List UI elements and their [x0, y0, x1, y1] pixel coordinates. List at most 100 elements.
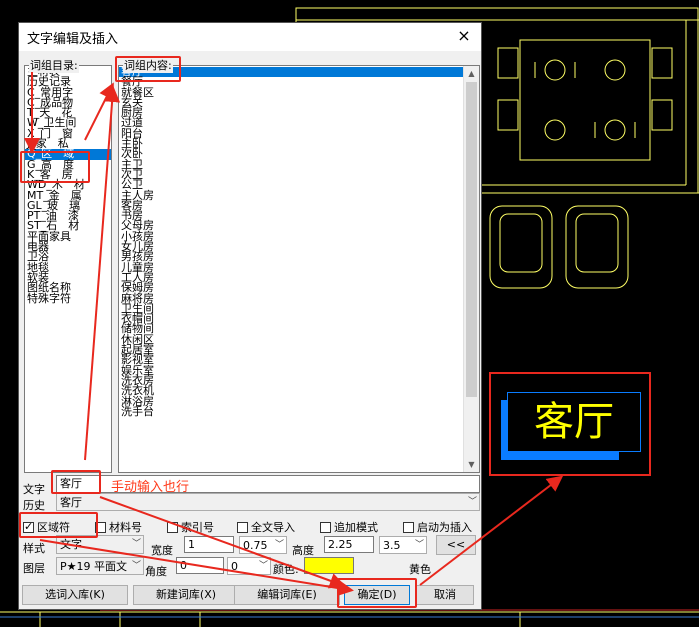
content-list-item[interactable]: 次卫 [119, 169, 464, 180]
edit-lib-button[interactable]: 编辑词库(E) [234, 585, 340, 605]
option-label: 区域符 [37, 521, 70, 534]
dialog-title: 文字编辑及插入 [27, 32, 119, 47]
color-label: 颜色: [273, 563, 299, 576]
content-list-item[interactable]: 休闲区 [119, 334, 464, 345]
height-factor-dropdown[interactable]: 3.5 ﹀ [379, 536, 427, 554]
content-list-item[interactable]: 起居室 [119, 344, 464, 355]
style-value: 文字 [60, 538, 82, 551]
chevron-down-icon: ﹀ [414, 540, 424, 550]
content-list-item[interactable]: 小孩房 [119, 231, 464, 242]
content-list-item[interactable]: 儿童房 [119, 261, 464, 273]
checkbox-icon[interactable] [237, 521, 248, 533]
content-list-item[interactable]: 影视室 [119, 354, 464, 365]
option-label: 全文导入 [251, 521, 295, 534]
color-swatch[interactable] [304, 557, 354, 574]
option-checkbox[interactable]: 全文导入 [237, 519, 295, 535]
content-list-item[interactable]: 次卧 [119, 148, 464, 159]
content-list-item[interactable]: 工人房 [119, 272, 464, 283]
content-list-item[interactable]: 保姆房 [119, 282, 464, 293]
scroll-thumb[interactable] [466, 82, 477, 397]
content-list-item[interactable]: 父母房 [119, 220, 464, 231]
history-dropdown[interactable]: 客厅 ﹀ [56, 493, 480, 511]
option-label: 材料号 [109, 521, 142, 534]
height-input[interactable]: 2.25 [324, 536, 374, 553]
annotation-manual-input: 手动输入也行 [111, 480, 190, 495]
collapse-button[interactable]: << [436, 535, 476, 555]
angle-input[interactable]: 0 [176, 557, 224, 574]
content-list-item[interactable]: 餐厅 [119, 76, 464, 87]
chevron-down-icon: ﹀ [131, 561, 141, 571]
checkbox-icon[interactable] [403, 521, 414, 533]
content-list-item[interactable]: 女儿房 [119, 241, 464, 252]
chevron-down-icon: ﹀ [258, 561, 268, 571]
content-list-item[interactable]: 主人房 [119, 189, 464, 201]
content-list-item[interactable]: 过道 [119, 117, 464, 128]
content-list-item[interactable]: 玄关 [119, 97, 464, 108]
checkbox-icon[interactable] [167, 521, 178, 533]
content-list-item[interactable]: 衣帽间 [119, 313, 464, 324]
content-list-item[interactable]: 主卧 [119, 138, 464, 149]
dialog-titlebar[interactable]: 文字编辑及插入 × [19, 23, 481, 51]
layer-dropdown[interactable]: P★19 平面文 ﹀ [56, 557, 144, 575]
width-input[interactable]: 1 [184, 536, 234, 553]
content-list-item[interactable]: 主卫 [119, 159, 464, 170]
content-list-item[interactable]: 阳台 [119, 128, 464, 139]
content-list-item[interactable]: 储物间 [119, 323, 464, 334]
content-list-item[interactable]: 公卫 [119, 179, 464, 190]
scroll-down-icon[interactable]: ▼ [464, 457, 479, 472]
style-label: 样式 [23, 542, 45, 555]
content-list-item[interactable]: 淋浴房 [119, 395, 464, 407]
content-list-item[interactable]: 娱乐室 [119, 364, 464, 376]
chevron-down-icon: ﹀ [467, 497, 477, 507]
chevron-down-icon: ﹀ [131, 539, 141, 549]
close-icon[interactable]: × [453, 25, 475, 47]
new-lib-button[interactable]: 新建词库(X) [133, 585, 239, 605]
content-list-item[interactable]: 洗衣机 [119, 385, 464, 396]
width-factor-dropdown[interactable]: 0.75 ﹀ [239, 536, 287, 554]
history-value: 客厅 [60, 496, 82, 509]
color-name: 黄色 [409, 563, 431, 576]
content-scrollbar[interactable]: ▲ ▼ [463, 66, 479, 472]
catalog-items: 主材表历史记录C_常用字C_成品物T_天 花W_卫生间X_门 窗J_家 私Q_区… [25, 66, 111, 304]
content-list-item[interactable]: 卫生间 [119, 303, 464, 314]
content-list-item[interactable]: 就餐区 [119, 86, 464, 98]
option-checkbox[interactable]: 启动为插入 [403, 519, 472, 535]
content-label: 词组内容: [123, 57, 173, 73]
option-label: 启动为插入 [417, 521, 472, 534]
content-list-item[interactable]: 书房 [119, 210, 464, 221]
ok-button[interactable]: 确定(D) [344, 585, 410, 605]
angle-label: 角度 [145, 565, 167, 578]
content-list-item[interactable]: 客房 [119, 200, 464, 211]
height-factor-value: 3.5 [383, 539, 401, 552]
content-list-item[interactable]: 洗衣房 [119, 375, 464, 386]
checkbox-icon[interactable] [23, 520, 34, 533]
content-list-item[interactable]: 洗手台 [119, 406, 464, 417]
checkbox-icon[interactable] [95, 521, 106, 533]
cancel-button[interactable]: 取消 [416, 585, 474, 605]
option-label: 索引号 [181, 521, 214, 534]
style-dropdown[interactable]: 文字 ﹀ [56, 535, 144, 554]
content-list-item[interactable]: 麻将房 [119, 292, 464, 304]
option-label: 追加模式 [334, 521, 378, 534]
import-lib-button[interactable]: 选词入库(K) [22, 585, 128, 605]
layer-label: 图层 [23, 562, 45, 575]
content-list-item[interactable]: 厨房 [119, 107, 464, 118]
option-checkbox[interactable]: 索引号 [167, 519, 214, 535]
angle-extra-dropdown[interactable]: 0 ﹀ [227, 557, 271, 575]
width-factor-value: 0.75 [243, 539, 268, 552]
text-label: 文字 [23, 483, 45, 496]
height-label: 高度 [292, 544, 314, 557]
width-label: 宽度 [151, 544, 173, 557]
content-list-item[interactable]: 男孩房 [119, 251, 464, 262]
option-checkbox[interactable]: 材料号 [95, 519, 142, 535]
catalog-label: 词组目录: [29, 57, 79, 73]
text-edit-dialog: 文字编辑及插入 × 主材表历史记录C_常用字C_成品物T_天 花W_卫生间X_门… [18, 22, 482, 610]
option-checkbox[interactable]: 追加模式 [320, 519, 378, 535]
option-checkbox[interactable]: 区域符 [23, 519, 70, 535]
checkbox-icon[interactable] [320, 521, 331, 533]
scroll-up-icon[interactable]: ▲ [464, 66, 479, 81]
catalog-list[interactable]: 主材表历史记录C_常用字C_成品物T_天 花W_卫生间X_门 窗J_家 私Q_区… [24, 65, 112, 473]
catalog-list-item[interactable]: 特殊字符 [25, 292, 111, 304]
content-list[interactable]: 客厅餐厅就餐区玄关厨房过道阳台主卧次卧主卫次卫公卫主人房客房书房父母房小孩房女儿… [118, 65, 480, 473]
content-items: 客厅餐厅就餐区玄关厨房过道阳台主卧次卧主卫次卫公卫主人房客房书房父母房小孩房女儿… [119, 66, 464, 417]
